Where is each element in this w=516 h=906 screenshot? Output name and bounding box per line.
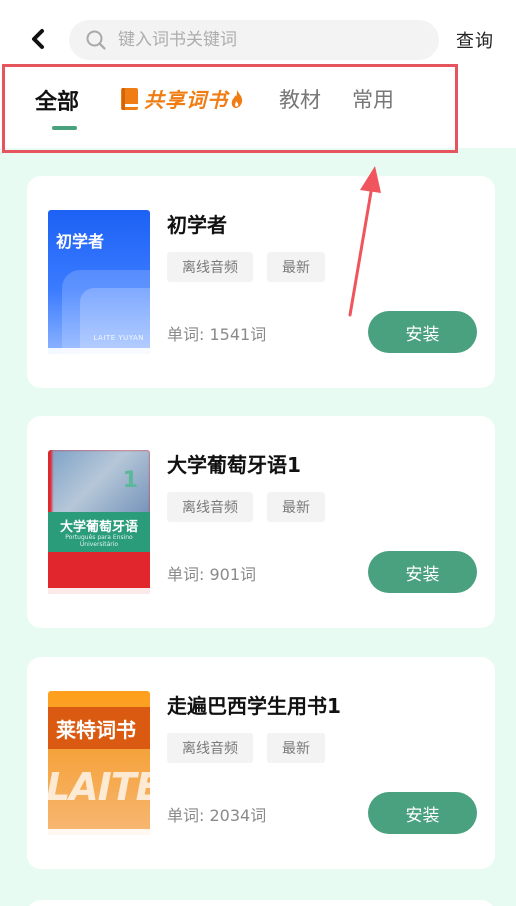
book-list: 初学者 LAITE YUYAN 初学者 离线音频 最新 单词: 1541词 安装… <box>0 148 516 906</box>
tag-newest: 最新 <box>267 252 325 282</box>
book-card[interactable]: 初学者 LAITE YUYAN 初学者 离线音频 最新 单词: 1541词 安装 <box>27 176 495 388</box>
tab-common[interactable]: 常用 <box>352 84 394 114</box>
annotation-arrow-icon <box>348 166 381 317</box>
tag-newest: 最新 <box>267 733 325 763</box>
book-card[interactable] <box>27 900 495 906</box>
book-tags: 离线音频 最新 <box>167 252 325 282</box>
tag-offline-audio: 离线音频 <box>167 492 253 522</box>
cover-volume-number: 1 <box>122 468 138 493</box>
header: 查询 <box>0 0 516 78</box>
book-title: 初学者 <box>167 213 227 237</box>
search-bar[interactable] <box>69 20 439 60</box>
tag-newest: 最新 <box>267 492 325 522</box>
cover-strip <box>48 829 150 835</box>
cover-decoration <box>80 288 150 354</box>
cover-strip <box>48 348 150 354</box>
flame-icon <box>231 89 243 108</box>
category-tabs: 全部 共享词书 教材 常用 <box>0 78 516 148</box>
tab-all[interactable]: 全部 <box>35 84 79 116</box>
word-count: 单词: 2034词 <box>167 806 267 825</box>
cover-title: 莱特词书 <box>56 718 136 742</box>
cover-subtitle: Português para Ensino Universitário <box>65 534 133 548</box>
query-button[interactable]: 查询 <box>456 27 494 53</box>
cover-title: 大学葡萄牙语 <box>59 520 138 535</box>
search-icon <box>86 30 106 50</box>
book-tags: 离线音频 最新 <box>167 492 325 522</box>
book-cover: 初学者 LAITE YUYAN <box>48 210 150 354</box>
back-button[interactable] <box>24 24 52 54</box>
book-title: 走遍巴西学生用书1 <box>167 694 341 718</box>
tab-shared-label: 共享词书 <box>144 88 228 112</box>
cover-subtitle: LAITE YUYAN <box>93 334 144 342</box>
book-icon <box>121 87 138 110</box>
tab-shared-books[interactable]: 共享词书 <box>120 84 244 113</box>
tag-offline-audio: 离线音频 <box>167 252 253 282</box>
book-tags: 离线音频 最新 <box>167 733 325 763</box>
book-cover: 莱特词书 LAITE <box>48 691 150 835</box>
word-count: 单词: 901词 <box>167 565 257 584</box>
search-input[interactable] <box>118 30 418 50</box>
cover-subtitle: LAITE <box>48 765 150 809</box>
word-count: 单词: 1541词 <box>167 325 267 344</box>
book-title: 大学葡萄牙语1 <box>167 453 301 477</box>
chevron-left-icon <box>32 29 44 49</box>
active-tab-indicator <box>52 126 77 130</box>
install-button[interactable]: 安装 <box>368 792 477 834</box>
tab-textbook[interactable]: 教材 <box>279 84 321 114</box>
tag-offline-audio: 离线音频 <box>167 733 253 763</box>
book-cover: 1 大学葡萄牙语 Português para Ensino Universit… <box>48 450 150 594</box>
install-button[interactable]: 安装 <box>368 551 477 593</box>
cover-title: 初学者 <box>56 232 105 251</box>
cover-strip <box>48 588 150 594</box>
book-card[interactable]: 莱特词书 LAITE 走遍巴西学生用书1 离线音频 最新 单词: 2034词 安… <box>27 657 495 869</box>
book-card[interactable]: 1 大学葡萄牙语 Português para Ensino Universit… <box>27 416 495 628</box>
